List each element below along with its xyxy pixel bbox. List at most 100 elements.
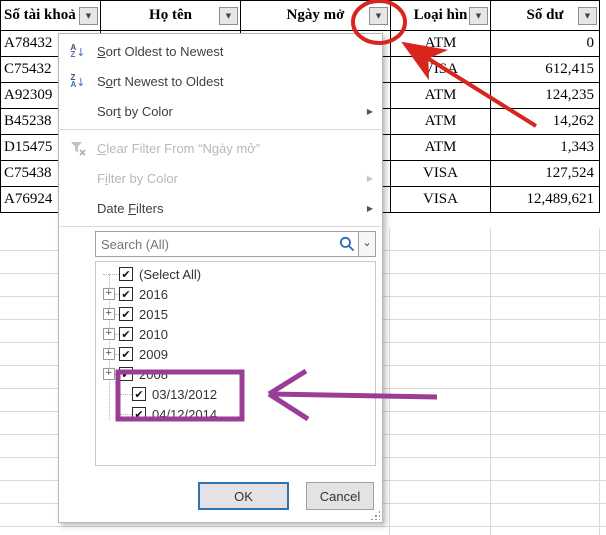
menu-item-clear-filter: Clear Filter From “Ngày mở” <box>59 133 382 163</box>
sort-descending-icon <box>65 66 91 96</box>
header-label: Ngày mở <box>287 7 345 23</box>
menu-item-label: Sort by Color <box>97 104 173 119</box>
gridline <box>490 228 491 535</box>
checkbox-checked-icon[interactable] <box>119 307 133 321</box>
checkbox-checked-icon[interactable] <box>119 267 133 281</box>
checkbox-checked-icon[interactable] <box>132 407 146 421</box>
checkbox-checked-icon[interactable] <box>119 327 133 341</box>
label-text: Sor <box>97 104 117 119</box>
label-text: lear Filter From “Ngày mở” <box>106 141 260 156</box>
resize-grip[interactable] <box>370 510 380 520</box>
type-cell: ATM <box>391 135 491 161</box>
label-text: Date <box>97 201 128 216</box>
menu-separator <box>60 129 381 130</box>
submenu-arrow-icon <box>367 96 373 126</box>
cancel-button[interactable]: Cancel <box>306 482 374 510</box>
menu-item-sort-oldest[interactable]: Sort Oldest to Newest <box>59 36 382 66</box>
filter-value-label: 2010 <box>139 327 168 342</box>
label-text: by Color <box>121 104 173 119</box>
label-text: lter by Color <box>108 171 178 186</box>
balance-cell: 124,235 <box>491 83 600 109</box>
header-label: Họ tên <box>149 7 192 23</box>
filter-value-2016[interactable]: 2016 <box>96 284 375 304</box>
filter-value-label: 2016 <box>139 287 168 302</box>
search-dropdown-button[interactable] <box>358 232 375 256</box>
column-header-type: Loại hìn <box>391 1 491 31</box>
filter-value-date-1[interactable]: 03/13/2012 <box>96 384 375 404</box>
label-text: rt Newest to Oldest <box>113 74 224 89</box>
excel-filter-screenshot: Số tài khoả Họ tên Ngày mở Loại hìn Số d… <box>0 0 606 535</box>
search-input[interactable] <box>96 232 339 256</box>
type-cell: VISA <box>391 187 491 213</box>
label-text: S <box>97 74 106 89</box>
expand-plus-icon[interactable] <box>103 368 115 380</box>
clear-filter-icon <box>65 133 91 163</box>
search-box <box>95 231 376 257</box>
checkbox-checked-icon[interactable] <box>119 347 133 361</box>
checkbox-checked-icon[interactable] <box>132 387 146 401</box>
label-text: C <box>97 141 106 156</box>
menu-separator <box>60 226 381 227</box>
ok-button[interactable]: OK <box>198 482 289 510</box>
column-header-name: Họ tên <box>101 1 241 31</box>
filter-dropdown-icon[interactable] <box>578 7 597 25</box>
checkbox-checked-icon[interactable] <box>119 287 133 301</box>
filter-dropdown-icon[interactable] <box>219 7 238 25</box>
search-icon <box>339 232 358 256</box>
dialog-buttons: OK Cancel <box>59 482 382 510</box>
checkbox-checked-icon[interactable] <box>119 367 133 381</box>
type-cell: ATM <box>391 109 491 135</box>
filter-value-label: 04/12/2014 <box>152 407 217 422</box>
gridline <box>599 228 600 535</box>
header-label: Số tài khoả <box>4 7 76 23</box>
filter-value-2009[interactable]: 2009 <box>96 344 375 364</box>
label-text: ilters <box>136 201 163 216</box>
expand-plus-icon[interactable] <box>103 348 115 360</box>
type-cell: VISA <box>391 161 491 187</box>
balance-cell: 14,262 <box>491 109 600 135</box>
type-cell: ATM <box>391 31 491 57</box>
gridline <box>389 228 390 535</box>
menu-item-date-filters[interactable]: Date Filters <box>59 193 382 223</box>
balance-cell: 0 <box>491 31 600 57</box>
expand-plus-icon[interactable] <box>103 288 115 300</box>
filter-dropdown-icon[interactable] <box>469 7 488 25</box>
header-label: Số dư <box>527 7 564 23</box>
filter-value-label: (Select All) <box>139 267 201 282</box>
label-text: ort Oldest to Newest <box>106 44 224 59</box>
filter-value-label: 2008 <box>139 367 168 382</box>
filter-value-label: 2015 <box>139 307 168 322</box>
filter-value-date-2[interactable]: 04/12/2014 <box>96 404 375 424</box>
expand-plus-icon[interactable] <box>103 328 115 340</box>
menu-item-sort-by-color[interactable]: Sort by Color <box>59 96 382 126</box>
label-text: S <box>97 44 106 59</box>
menu-item-filter-by-color: Filter by Color <box>59 163 382 193</box>
menu-item-sort-newest[interactable]: Sort Newest to Oldest <box>59 66 382 96</box>
menu-item-label: Sort Newest to Oldest <box>97 74 223 89</box>
menu-item-label: Date Filters <box>97 201 163 216</box>
label-text: F <box>97 171 105 186</box>
type-cell: ATM <box>391 83 491 109</box>
balance-cell: 612,415 <box>491 57 600 83</box>
filter-values-list: (Select All) 2016 2015 2010 2009 <box>95 261 376 466</box>
filter-value-2015[interactable]: 2015 <box>96 304 375 324</box>
header-label: Loại hìn <box>414 7 468 23</box>
menu-item-label: Filter by Color <box>97 171 178 186</box>
expand-plus-icon[interactable] <box>103 308 115 320</box>
filter-value-select-all[interactable]: (Select All) <box>96 264 375 284</box>
label-text: F <box>128 201 136 216</box>
submenu-arrow-icon <box>367 193 373 223</box>
filter-value-2008[interactable]: 2008 <box>96 364 375 384</box>
submenu-arrow-icon <box>367 163 373 193</box>
balance-cell: 12,489,621 <box>491 187 600 213</box>
balance-cell: 127,524 <box>491 161 600 187</box>
sort-ascending-icon <box>65 36 91 66</box>
filter-dropdown-icon[interactable] <box>79 7 98 25</box>
filter-value-2010[interactable]: 2010 <box>96 324 375 344</box>
filter-value-label: 03/13/2012 <box>152 387 217 402</box>
menu-item-label: Clear Filter From “Ngày mở” <box>97 141 260 156</box>
column-header-account: Số tài khoả <box>1 1 101 31</box>
column-header-balance: Số dư <box>491 1 600 31</box>
label-text: o <box>106 74 113 89</box>
filter-dropdown-icon-active[interactable] <box>369 7 388 25</box>
